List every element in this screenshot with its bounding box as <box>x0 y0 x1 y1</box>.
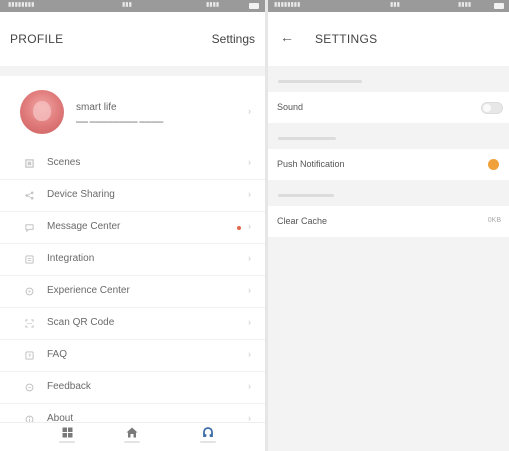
menu-item-feedback[interactable]: Feedback › <box>0 372 265 404</box>
chevron-right-icon: › <box>248 349 251 359</box>
chevron-right-icon: › <box>248 106 251 116</box>
bottom-tab-bar <box>0 422 265 451</box>
share-icon <box>25 191 34 200</box>
sound-row[interactable]: Sound <box>268 92 509 123</box>
menu-item-faq[interactable]: FAQ › <box>0 340 265 372</box>
feedback-icon <box>25 383 34 392</box>
profile-card[interactable]: smart life ▬▬ ▬▬▬▬▬▬▬▬ ▬▬▬▬ › <box>0 76 265 149</box>
page-title: PROFILE <box>10 32 64 46</box>
row-label: Clear Cache <box>277 216 328 226</box>
menu-item-scan-qr-code[interactable]: Scan QR Code › <box>0 308 265 340</box>
grid-icon <box>62 427 72 438</box>
menu-item-label: Message Center <box>47 221 121 232</box>
chevron-right-icon: › <box>248 381 251 391</box>
chevron-right-icon: › <box>248 285 251 295</box>
back-arrow-icon[interactable]: ← <box>280 29 294 45</box>
profile-icon <box>203 427 213 437</box>
menu-item-label: FAQ <box>47 349 68 360</box>
menu-item-label: Experience Center <box>47 285 130 296</box>
chevron-right-icon: › <box>248 317 251 327</box>
home-icon <box>126 427 138 438</box>
profile-subtitle-blurred: ▬▬ ▬▬▬▬▬▬▬▬ ▬▬▬▬ <box>76 119 164 125</box>
chevron-right-icon: › <box>248 221 251 231</box>
menu-item-device-sharing[interactable]: Device Sharing › <box>0 180 265 212</box>
battery-icon <box>249 3 259 9</box>
scenes-icon <box>25 159 34 168</box>
section-header-blurred <box>268 123 509 149</box>
profile-header: PROFILE Settings <box>0 12 265 66</box>
qr-code-icon <box>25 319 34 328</box>
faq-icon <box>25 351 34 360</box>
chevron-right-icon: › <box>248 157 251 167</box>
experience-icon <box>25 287 34 296</box>
row-label: Sound <box>277 102 304 112</box>
status-bar: ▮▮▮▮▮▮▮▮ ▮▮▮ ▮▮▮▮ <box>0 0 265 12</box>
tab-profile[interactable] <box>196 427 220 449</box>
integration-icon <box>25 255 34 264</box>
menu-item-label: Feedback <box>47 381 91 392</box>
page-title: SETTINGS <box>315 32 378 46</box>
menu-item-label: Device Sharing <box>47 189 115 200</box>
profile-name: smart life <box>76 102 117 113</box>
menu-item-experience-center[interactable]: Experience Center › <box>0 276 265 308</box>
push-notification-toggle[interactable] <box>488 159 499 170</box>
chevron-right-icon: › <box>248 189 251 199</box>
unread-badge <box>237 226 241 230</box>
menu-item-scenes[interactable]: Scenes › <box>0 148 265 180</box>
tab-home[interactable] <box>120 427 144 449</box>
settings-header: ← SETTINGS <box>268 12 509 66</box>
menu-item-integration[interactable]: Integration › <box>0 244 265 276</box>
tab-devices[interactable] <box>55 427 79 449</box>
chevron-right-icon: › <box>248 253 251 263</box>
menu-item-label: Scenes <box>47 157 81 168</box>
avatar[interactable] <box>20 90 64 134</box>
row-label: Push Notification <box>277 159 345 169</box>
settings-screen: ▮▮▮▮▮▮▮▮ ▮▮▮ ▮▮▮▮ ← SETTINGS Sound Push … <box>268 0 509 451</box>
section-spacer <box>0 66 265 76</box>
sound-toggle[interactable] <box>481 102 503 114</box>
menu-item-label: Integration <box>47 253 95 264</box>
message-icon <box>25 224 34 232</box>
menu-item-label: Scan QR Code <box>47 317 115 328</box>
push-notification-row[interactable]: Push Notification <box>268 149 509 180</box>
battery-icon <box>494 3 504 9</box>
section-header-blurred <box>268 66 509 92</box>
clear-cache-row[interactable]: Clear Cache 0KB <box>268 206 509 237</box>
cache-size-value: 0KB <box>487 217 501 224</box>
settings-link[interactable]: Settings <box>212 32 255 46</box>
status-bar: ▮▮▮▮▮▮▮▮ ▮▮▮ ▮▮▮▮ <box>268 0 509 12</box>
profile-menu: Scenes › Device Sharing › Message Center… <box>0 148 265 436</box>
section-header-blurred <box>268 180 509 206</box>
menu-item-message-center[interactable]: Message Center › <box>0 212 265 244</box>
profile-screen: ▮▮▮▮▮▮▮▮ ▮▮▮ ▮▮▮▮ PROFILE Settings smart… <box>0 0 265 451</box>
